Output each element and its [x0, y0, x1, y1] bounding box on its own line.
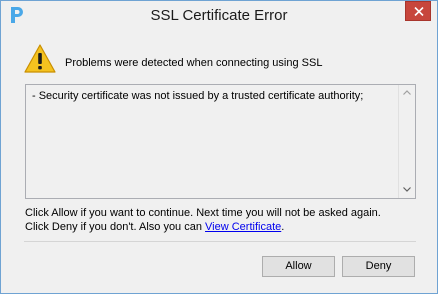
chevron-down-icon [403, 187, 411, 192]
vertical-scrollbar[interactable] [398, 85, 415, 198]
window-title: SSL Certificate Error [150, 7, 288, 24]
chevron-up-icon [403, 90, 411, 95]
instructions-line-2-suffix: . [281, 221, 285, 233]
scroll-down-button[interactable] [399, 182, 415, 198]
divider [24, 241, 416, 242]
details-textbox[interactable]: - Security certificate was not issued by… [25, 84, 416, 199]
allow-button[interactable]: Allow [262, 256, 335, 277]
view-certificate-link[interactable]: View Certificate [205, 221, 281, 233]
instructions-line-2: Click Deny if you don't. Also you can Vi… [25, 220, 381, 234]
details-text: - Security certificate was not issued by… [32, 90, 364, 102]
warning-icon [23, 43, 57, 75]
close-icon [414, 7, 424, 16]
scroll-up-button[interactable] [399, 85, 415, 101]
close-button[interactable] [405, 1, 431, 21]
title-bar[interactable]: SSL Certificate Error [1, 1, 437, 31]
error-message: Problems were detected when connecting u… [65, 57, 323, 69]
instructions-line-2-prefix: Click Deny if you don't. Also you can [25, 221, 206, 233]
ssl-error-dialog: SSL Certificate Error Problems were dete… [0, 0, 438, 294]
instructions-line-1: Click Allow if you want to continue. Nex… [25, 207, 381, 219]
deny-button[interactable]: Deny [342, 256, 415, 277]
instructions-text: Click Allow if you want to continue. Nex… [25, 206, 381, 234]
